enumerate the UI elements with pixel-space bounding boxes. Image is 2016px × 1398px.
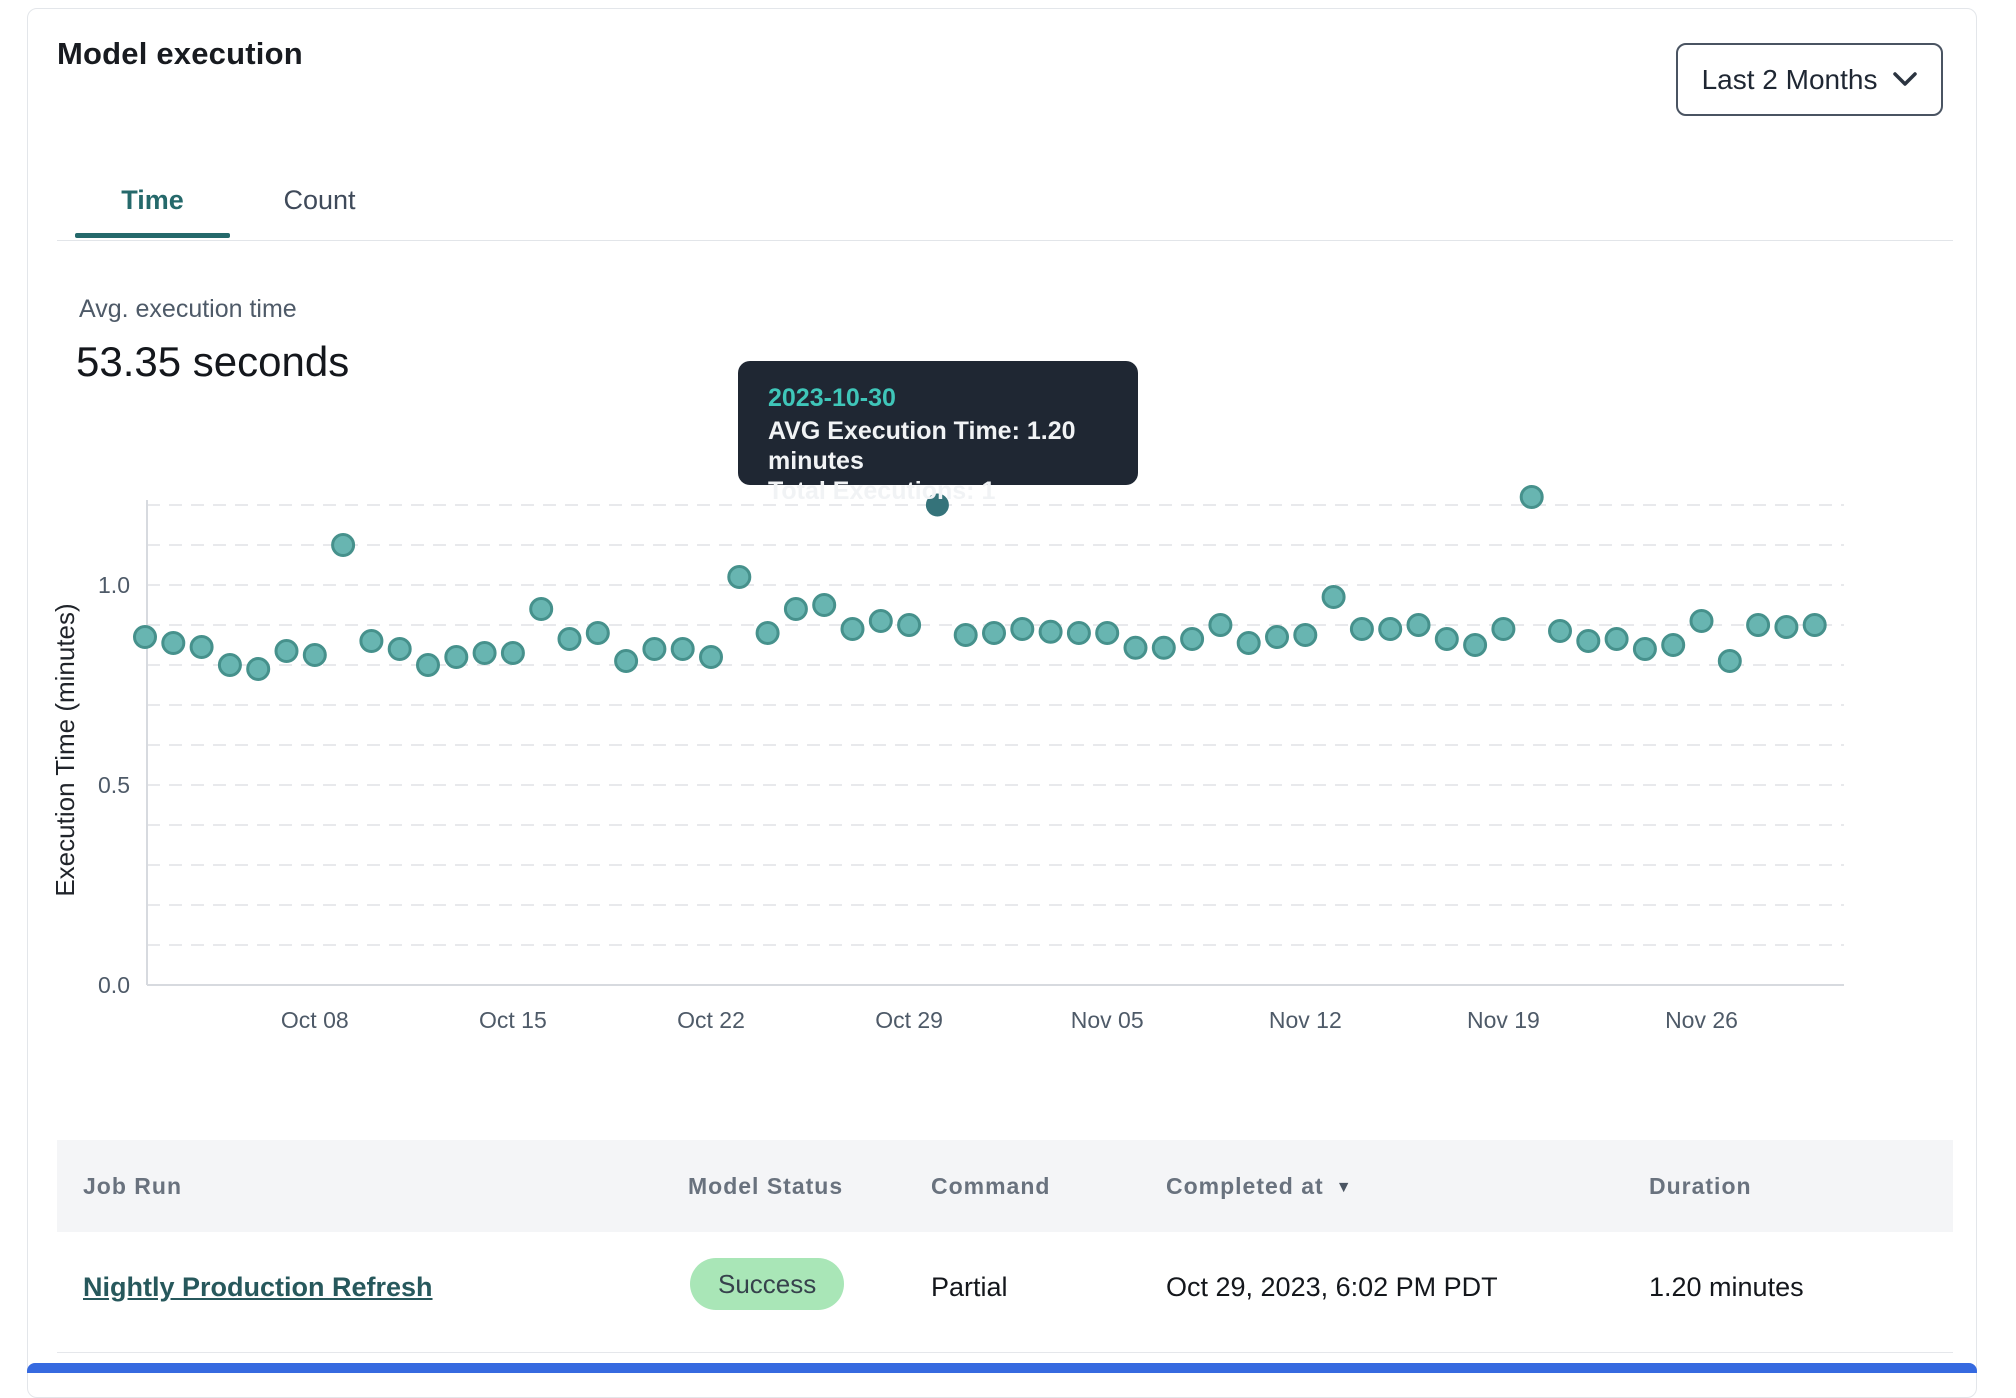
data-point[interactable] (955, 625, 976, 646)
data-point[interactable] (1521, 487, 1542, 508)
data-point[interactable] (1748, 615, 1769, 636)
tab-divider (57, 240, 1953, 241)
page-title: Model execution (57, 36, 303, 72)
column-header-duration: Duration (1649, 1173, 1752, 1200)
data-point[interactable] (757, 623, 778, 644)
data-point[interactable] (418, 655, 439, 676)
tooltip-date: 2023-10-30 (768, 383, 1108, 413)
x-tick-label: Nov 05 (1071, 1007, 1144, 1033)
data-point[interactable] (502, 643, 523, 664)
data-point[interactable] (1153, 637, 1174, 658)
avg-execution-time-label: Avg. execution time (79, 295, 297, 324)
tab-count[interactable]: Count (252, 185, 387, 216)
x-tick-label: Nov 26 (1665, 1007, 1738, 1033)
data-point[interactable] (1634, 639, 1655, 660)
data-point[interactable] (644, 639, 665, 660)
data-point[interactable] (616, 651, 637, 672)
data-point[interactable] (1606, 629, 1627, 650)
data-point[interactable] (276, 641, 297, 662)
status-badge: Success (690, 1258, 844, 1310)
data-point[interactable] (1238, 633, 1259, 654)
x-tick-label: Oct 22 (677, 1007, 745, 1033)
row-divider (57, 1352, 1953, 1353)
data-point[interactable] (1097, 623, 1118, 644)
data-point[interactable] (191, 637, 212, 658)
data-point[interactable] (389, 639, 410, 660)
avg-execution-time-value: 53.35 seconds (76, 338, 349, 386)
chevron-down-icon (1893, 72, 1917, 87)
completed-at-cell: Oct 29, 2023, 6:02 PM PDT (1166, 1272, 1498, 1303)
data-point[interactable] (729, 567, 750, 588)
data-point[interactable] (1719, 651, 1740, 672)
data-point[interactable] (446, 647, 467, 668)
x-tick-label: Oct 15 (479, 1007, 547, 1033)
column-header-model-status: Model Status (688, 1173, 843, 1200)
data-point[interactable] (984, 623, 1005, 644)
command-cell: Partial (931, 1272, 1008, 1303)
data-point[interactable] (1040, 621, 1061, 642)
active-tab-underline (75, 233, 230, 238)
y-tick-label: 0.0 (98, 972, 130, 998)
column-header-job-run: Job Run (83, 1173, 182, 1200)
data-point[interactable] (1182, 629, 1203, 650)
data-point[interactable] (785, 599, 806, 620)
column-header-command: Command (931, 1173, 1050, 1200)
data-point[interactable] (135, 627, 156, 648)
data-point[interactable] (1012, 619, 1033, 640)
data-point[interactable] (1436, 629, 1457, 650)
data-point[interactable] (842, 619, 863, 640)
data-point[interactable] (587, 623, 608, 644)
data-point[interactable] (1068, 623, 1089, 644)
data-point[interactable] (814, 595, 835, 616)
data-point[interactable] (1804, 615, 1825, 636)
data-point[interactable] (1493, 619, 1514, 640)
data-point[interactable] (1691, 611, 1712, 632)
tooltip-total-executions: Total Executions: 1 (768, 476, 1108, 506)
data-point[interactable] (1776, 617, 1797, 638)
data-point[interactable] (1408, 615, 1429, 636)
x-tick-label: Oct 29 (875, 1007, 943, 1033)
sort-desc-icon: ▼ (1336, 1179, 1353, 1197)
data-point[interactable] (1323, 587, 1344, 608)
x-tick-label: Nov 12 (1269, 1007, 1342, 1033)
data-point[interactable] (219, 655, 240, 676)
column-header-completed-at[interactable]: Completed at▼ (1166, 1173, 1353, 1200)
duration-cell: 1.20 minutes (1649, 1272, 1804, 1303)
data-point[interactable] (672, 639, 693, 660)
execution-scatter-chart[interactable]: 0.0 0.5 1.0 Oct 08 Oct 15 Oct 22 Oct 29 Nov 05 N… (30, 440, 1980, 1060)
x-tick-label: Oct 08 (281, 1007, 349, 1033)
data-point[interactable] (1380, 619, 1401, 640)
job-run-link[interactable]: Nightly Production Refresh (83, 1272, 433, 1303)
data-point[interactable] (248, 659, 269, 680)
data-point[interactable] (1465, 635, 1486, 656)
date-range-label: Last 2 Months (1702, 64, 1878, 96)
data-point[interactable] (870, 611, 891, 632)
y-tick-label: 0.5 (98, 772, 130, 798)
data-point[interactable] (1663, 635, 1684, 656)
data-point[interactable] (1295, 625, 1316, 646)
y-axis-title: Execution Time (minutes) (50, 603, 80, 896)
data-point[interactable] (1550, 621, 1571, 642)
data-point[interactable] (1125, 637, 1146, 658)
data-point[interactable] (361, 631, 382, 652)
data-point[interactable] (1578, 631, 1599, 652)
data-point[interactable] (531, 599, 552, 620)
x-tick-label: Nov 19 (1467, 1007, 1540, 1033)
date-range-dropdown[interactable]: Last 2 Months (1676, 43, 1943, 116)
chart-tooltip: 2023-10-30 AVG Execution Time: 1.20 minu… (738, 361, 1138, 485)
tooltip-avg-execution: AVG Execution Time: 1.20 minutes (768, 416, 1108, 476)
tab-time[interactable]: Time (75, 185, 230, 216)
data-point[interactable] (1351, 619, 1372, 640)
y-tick-label: 1.0 (98, 572, 130, 598)
data-point[interactable] (1267, 627, 1288, 648)
data-point[interactable] (163, 633, 184, 654)
data-point[interactable] (474, 643, 495, 664)
data-point[interactable] (701, 647, 722, 668)
data-point[interactable] (899, 615, 920, 636)
data-point[interactable] (1210, 615, 1231, 636)
data-point[interactable] (559, 629, 580, 650)
data-point[interactable] (304, 645, 325, 666)
data-point[interactable] (333, 535, 354, 556)
